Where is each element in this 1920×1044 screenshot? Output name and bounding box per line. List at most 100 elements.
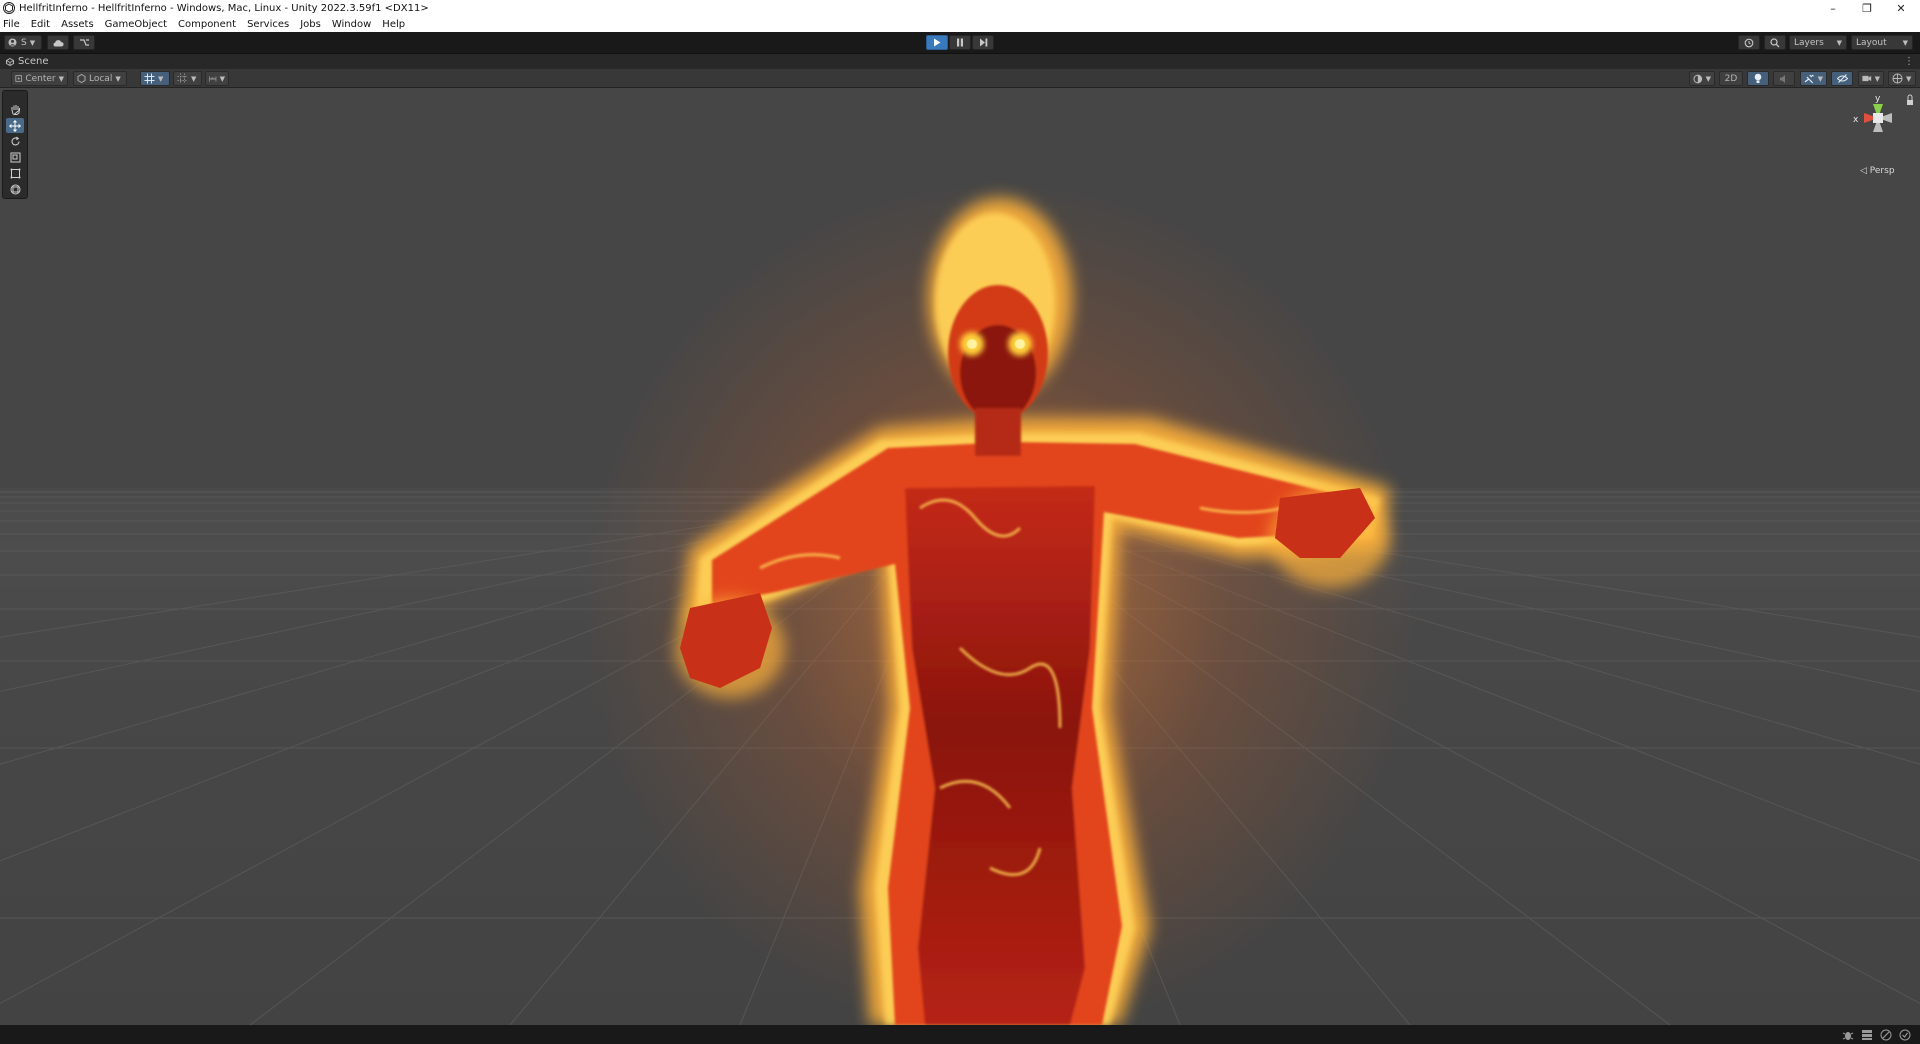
chevron-down-icon: ▼: [191, 74, 197, 83]
scene-icon: [6, 57, 14, 66]
layout-label: Layout: [1856, 37, 1887, 48]
menu-file[interactable]: File: [3, 19, 20, 30]
more-options-icon[interactable]: ⋮: [1904, 56, 1914, 67]
space-label: Local: [89, 73, 113, 84]
shading-mode-dropdown[interactable]: ▼: [1689, 71, 1715, 86]
mode-2d-label: 2D: [1724, 73, 1738, 84]
effects-dropdown[interactable]: ▼: [1800, 71, 1827, 86]
chevron-down-icon: ▼: [58, 74, 64, 83]
menu-services[interactable]: Services: [247, 19, 289, 30]
menu-assets[interactable]: Assets: [61, 19, 94, 30]
play-icon: [934, 38, 941, 47]
gizmos-globe-icon: [1892, 73, 1903, 84]
chevron-down-icon: ▼: [1705, 74, 1711, 83]
close-icon: ✕: [1896, 1, 1906, 15]
title-bar: HellfritInferno - HellfritInferno - Wind…: [0, 0, 1920, 16]
audio-toggle[interactable]: [1773, 71, 1795, 86]
step-icon: [979, 38, 987, 47]
increment-snap-toggle[interactable]: ▼: [205, 71, 229, 86]
debug-bug-icon[interactable]: [1842, 1029, 1854, 1041]
toggle-2d-button[interactable]: 2D: [1719, 71, 1743, 86]
tools-overlay: [2, 90, 28, 199]
account-icon: [8, 38, 17, 47]
tab-scene[interactable]: Scene: [0, 54, 54, 69]
shaded-sphere-icon: [1693, 74, 1703, 83]
play-button[interactable]: [926, 35, 948, 50]
network-icon[interactable]: [1880, 1029, 1892, 1041]
cache-server-icon[interactable]: [1861, 1029, 1873, 1041]
menu-jobs[interactable]: Jobs: [300, 19, 321, 30]
hidden-eye-icon: [1836, 74, 1848, 83]
move-arrows-icon: [9, 119, 21, 132]
search-icon: [1770, 37, 1780, 47]
gizmos-dropdown[interactable]: ▼: [1888, 71, 1916, 86]
menu-edit[interactable]: Edit: [31, 19, 50, 30]
axis-gizmo-icon: x y: [1853, 94, 1913, 132]
layers-label: Layers: [1794, 37, 1824, 48]
cloud-icon: [53, 39, 64, 46]
status-bar: [0, 1025, 1920, 1044]
scene-tab-bar: Scene ⋮: [0, 53, 1920, 69]
menu-component[interactable]: Component: [178, 19, 236, 30]
unity-editor: HellfritInferno - HellfritInferno - Wind…: [0, 0, 1920, 1044]
gizmo-y-label: y: [1875, 94, 1881, 104]
scene-visibility-toggle[interactable]: [1831, 71, 1853, 86]
projection-toggle[interactable]: ◁ Persp: [1860, 166, 1895, 176]
main-toolbar: S ▼ Layers ▼ Layout ▼: [0, 32, 1920, 53]
minimize-button[interactable]: –: [1816, 0, 1850, 16]
transform-tool-button[interactable]: [6, 182, 24, 197]
pause-button[interactable]: [949, 35, 971, 50]
speaker-icon: [1780, 74, 1785, 83]
camera-icon: [1862, 75, 1872, 82]
camera-settings-dropdown[interactable]: ▼: [1858, 71, 1884, 86]
fire-elemental-model: [580, 178, 1420, 1025]
grid-icon: [144, 73, 155, 84]
cloud-button[interactable]: [47, 35, 69, 50]
layout-dropdown[interactable]: Layout ▼: [1851, 35, 1913, 50]
rect-tool-button[interactable]: [6, 166, 24, 181]
lightbulb-icon: [1754, 73, 1762, 83]
menu-gameobject[interactable]: GameObject: [105, 19, 167, 30]
pivot-space-dropdown[interactable]: Local ▼: [73, 71, 127, 86]
orientation-gizmo[interactable]: x y ◁ Persp: [1840, 94, 1916, 186]
layers-dropdown[interactable]: Layers ▼: [1789, 35, 1847, 50]
view-tool-button[interactable]: [6, 102, 24, 117]
chevron-down-icon: ▼: [1902, 38, 1908, 47]
local-space-icon: [77, 74, 86, 83]
rect-transform-icon: [10, 168, 20, 179]
scene-viewport[interactable]: x y ◁ Persp: [0, 88, 1920, 1025]
unity-logo-icon: [3, 2, 15, 14]
close-button[interactable]: ✕: [1884, 0, 1918, 16]
gizmo-x-label: x: [1853, 115, 1859, 125]
chevron-down-icon: ▼: [1836, 38, 1842, 47]
account-dropdown[interactable]: S ▼: [4, 35, 42, 50]
version-control-button[interactable]: [73, 35, 95, 50]
hand-icon: [11, 105, 20, 115]
lock-icon: [1907, 100, 1913, 105]
lighting-toggle[interactable]: [1747, 71, 1769, 86]
step-button[interactable]: [972, 35, 994, 50]
rotate-tool-button[interactable]: [6, 134, 24, 149]
pivot-icon: [15, 75, 22, 82]
scale-tool-button[interactable]: [6, 150, 24, 165]
menu-window[interactable]: Window: [332, 19, 371, 30]
maximize-button[interactable]: ❐: [1850, 0, 1884, 16]
restore-icon: ❐: [1862, 1, 1872, 15]
account-label: S: [21, 37, 27, 48]
menu-help[interactable]: Help: [382, 19, 405, 30]
search-button[interactable]: [1764, 35, 1786, 50]
grid-snapping-toggle[interactable]: ▼: [173, 71, 202, 86]
chevron-down-icon: ▼: [1906, 74, 1912, 83]
scale-icon: [10, 152, 20, 163]
move-tool-button[interactable]: [6, 118, 24, 133]
menu-bar: File Edit Assets GameObject Component Se…: [0, 16, 1920, 32]
chevron-down-icon: ▼: [29, 38, 36, 47]
grid-visibility-toggle[interactable]: ▼: [140, 71, 170, 86]
chevron-down-icon: ▼: [1817, 74, 1823, 83]
progress-status-icon[interactable]: [1899, 1029, 1911, 1041]
pivot-mode-dropdown[interactable]: Center ▼: [11, 71, 68, 86]
increment-snap-icon: [209, 75, 217, 82]
undo-history-button[interactable]: [1738, 35, 1760, 50]
chevron-down-icon: ▼: [115, 74, 121, 83]
window-title: HellfritInferno - HellfritInferno - Wind…: [19, 2, 429, 14]
